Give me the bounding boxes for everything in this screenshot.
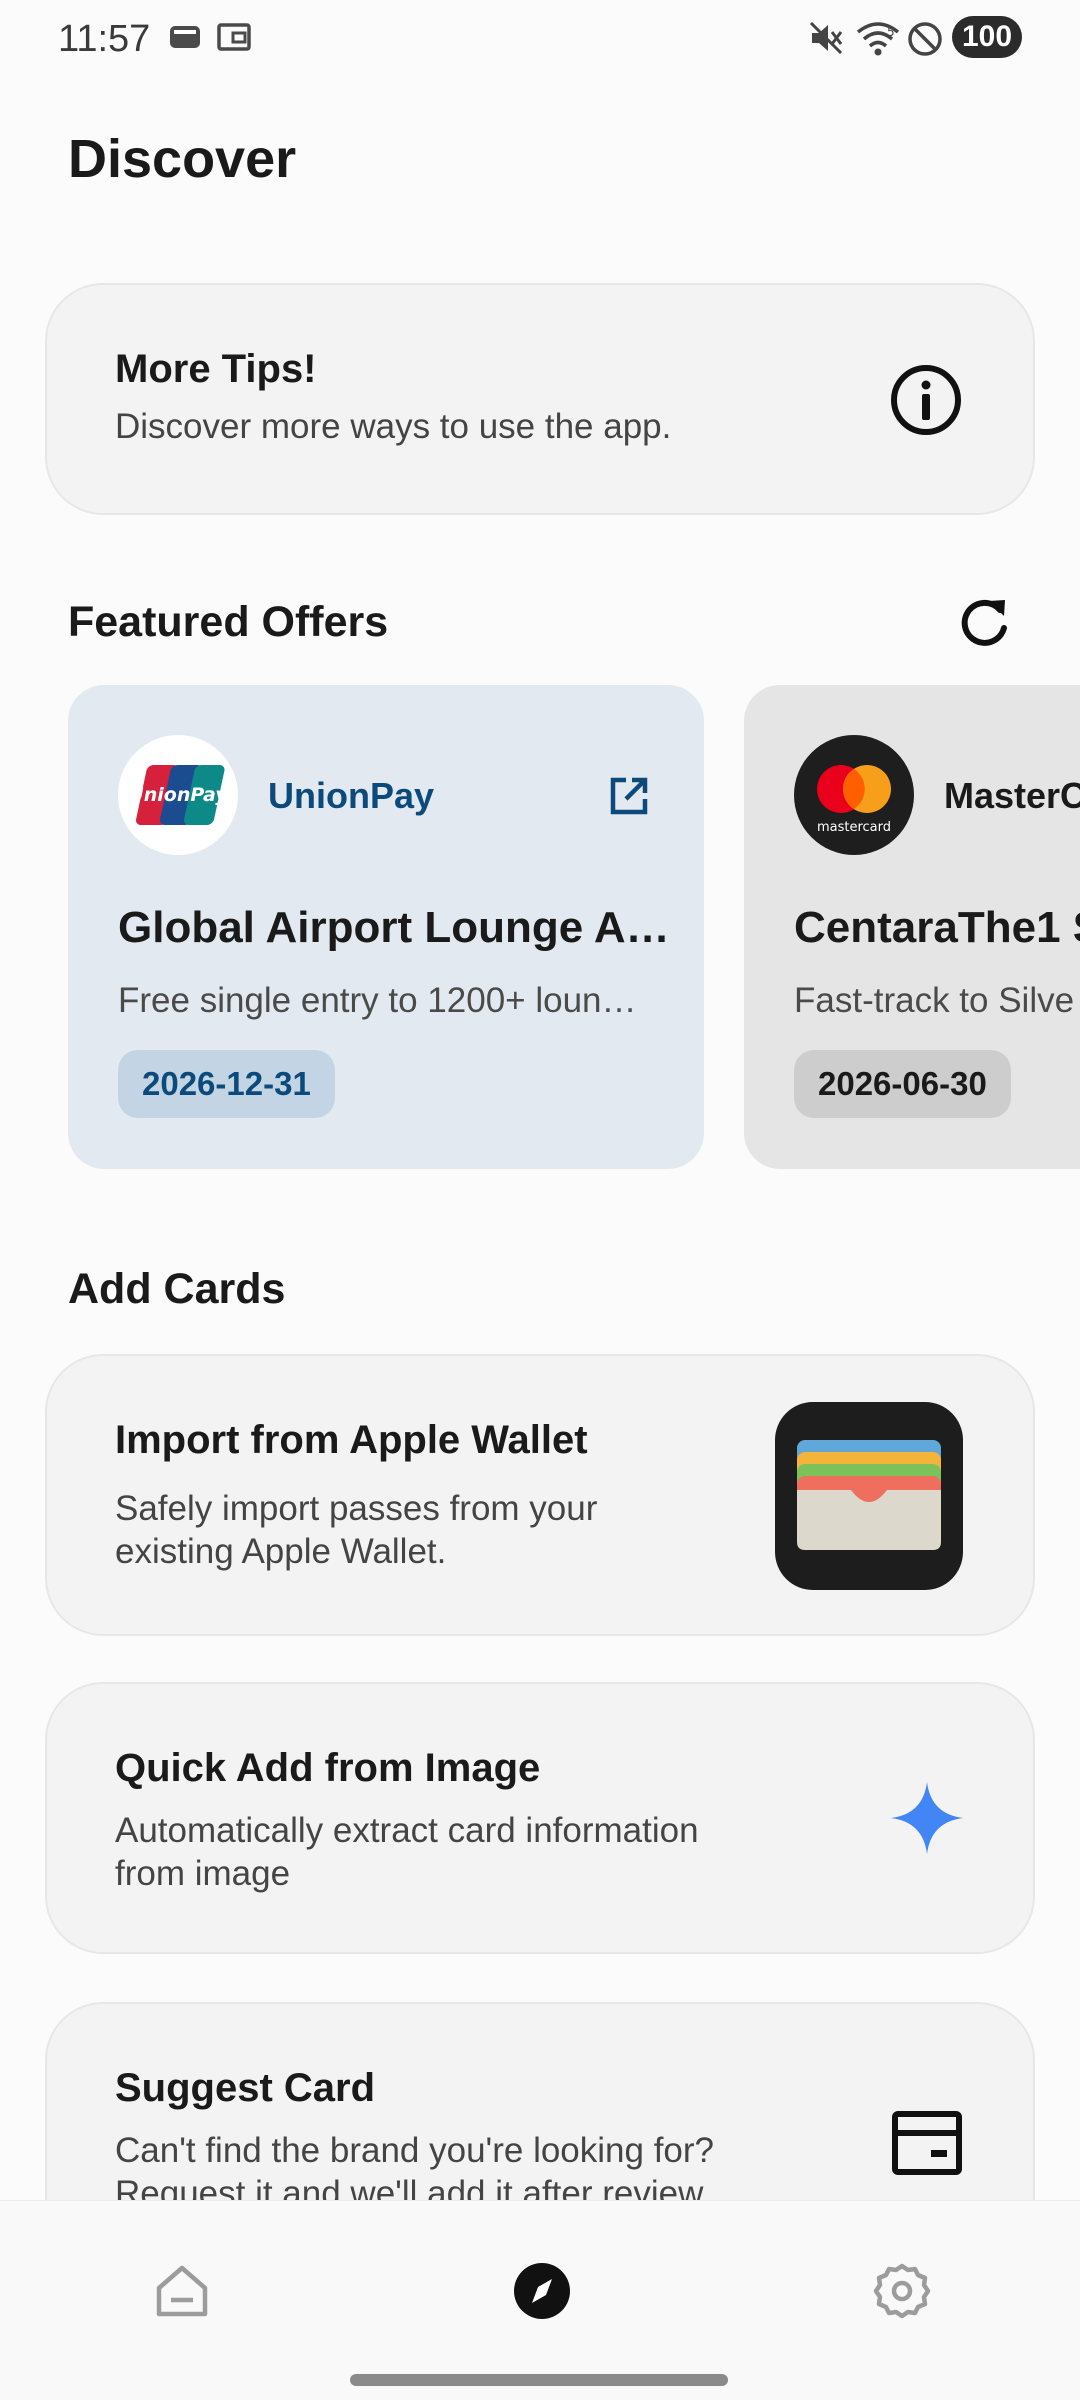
- svg-text:UnionPay: UnionPay: [128, 784, 229, 806]
- tips-description: Discover more ways to use the app.: [115, 407, 672, 446]
- offer-brand: UnionPay: [268, 775, 435, 816]
- offer-card-mastercard[interactable]: mastercard MasterC CentaraThe1 S Fast-tr…: [744, 685, 1080, 1169]
- do-not-disturb-icon: [906, 20, 944, 63]
- external-link-icon[interactable]: [608, 775, 650, 822]
- status-bar: 11:57 5 100: [0, 0, 1080, 80]
- bottom-navigation: [0, 2200, 1080, 2400]
- nav-settings[interactable]: [862, 2253, 942, 2333]
- mastercard-logo: mastercard: [794, 735, 914, 855]
- nav-home[interactable]: [142, 2253, 222, 2333]
- home-icon: [153, 2262, 211, 2325]
- import-apple-wallet-description-line2: existing Apple Wallet.: [115, 1532, 447, 1571]
- gear-icon: [872, 2261, 932, 2326]
- offer-description: Fast-track to Silve: [794, 981, 1075, 1020]
- offer-title: Global Airport Lounge A…: [118, 903, 670, 952]
- suggest-card-description-line1: Can't find the brand you're looking for?: [115, 2131, 715, 2170]
- import-apple-wallet-card[interactable]: Import from Apple Wallet Safely import p…: [45, 1354, 1035, 1636]
- offer-expiry-date: 2026-06-30: [794, 1050, 1011, 1118]
- add-cards-title: Add Cards: [68, 1265, 286, 1313]
- apple-wallet-icon: [775, 1402, 963, 1595]
- quick-add-description-line1: Automatically extract card information: [115, 1811, 699, 1850]
- tips-card[interactable]: More Tips! Discover more ways to use the…: [45, 283, 1035, 515]
- mute-icon: [808, 20, 844, 61]
- status-time: 11:57: [58, 18, 151, 60]
- svg-text:mastercard: mastercard: [817, 820, 891, 835]
- offer-description: Free single entry to 1200+ loun…: [118, 981, 637, 1020]
- quick-add-from-image-card[interactable]: Quick Add from Image Automatically extra…: [45, 1682, 1035, 1954]
- import-apple-wallet-description-line1: Safely import passes from your: [115, 1489, 598, 1528]
- offer-expiry-date: 2026-12-31: [118, 1050, 335, 1118]
- nav-discover[interactable]: [502, 2253, 582, 2333]
- discover-screen: 11:57 5 100 Discover More Tips! Discover…: [0, 0, 1080, 2400]
- featured-offers-title: Featured Offers: [68, 598, 389, 646]
- home-indicator[interactable]: [350, 2374, 728, 2386]
- battery-indicator: 100: [952, 16, 1022, 58]
- svg-text:5: 5: [887, 25, 895, 39]
- wallet-notification-icon: [216, 20, 252, 59]
- offer-title: CentaraThe1 S: [794, 903, 1080, 952]
- tips-title: More Tips!: [115, 347, 317, 391]
- compass-icon: [512, 2261, 572, 2326]
- import-apple-wallet-title: Import from Apple Wallet: [115, 1418, 588, 1462]
- card-icon: [891, 2110, 963, 2181]
- info-icon: [889, 363, 963, 442]
- wifi-icon: 5: [856, 20, 900, 63]
- sim-card-icon: [168, 20, 202, 59]
- refresh-icon[interactable]: [956, 594, 1014, 657]
- quick-add-description-line2: from image: [115, 1854, 291, 1893]
- suggest-card-title: Suggest Card: [115, 2066, 376, 2110]
- offer-brand: MasterC: [944, 775, 1080, 816]
- unionpay-logo: UnionPay: [118, 735, 238, 855]
- sparkle-icon: [889, 1780, 965, 1861]
- page-title: Discover: [68, 129, 297, 189]
- offer-card-unionpay[interactable]: UnionPay UnionPay Global Airport Lounge …: [68, 685, 704, 1169]
- quick-add-title: Quick Add from Image: [115, 1746, 541, 1790]
